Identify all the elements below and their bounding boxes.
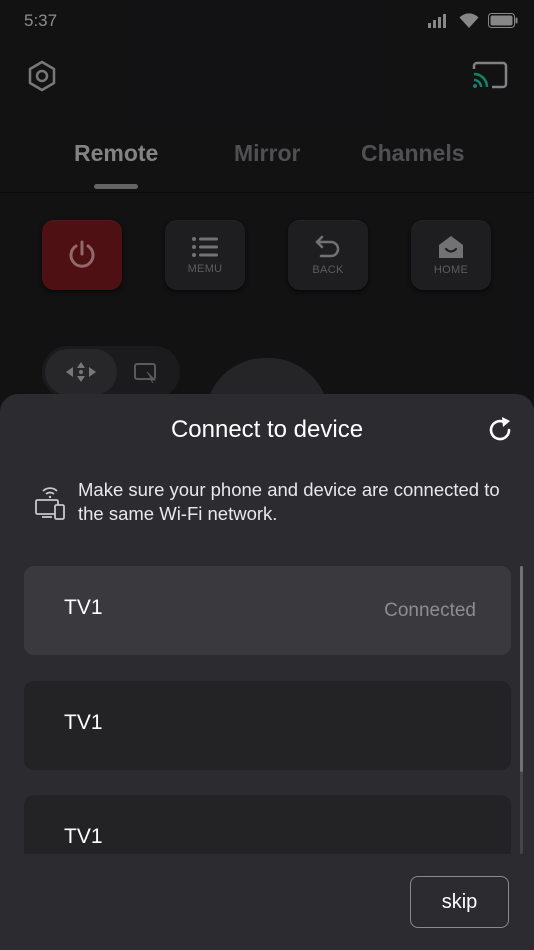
device-status: Connected [384,600,476,621]
sheet-title: Connect to device [170,416,364,443]
refresh-icon[interactable] [486,416,514,444]
device-item[interactable]: TV1 [24,681,511,770]
device-name: TV1 [64,825,103,848]
device-wifi-icon [35,487,65,520]
device-list: TV1 Connected TV1 TV1 [24,566,511,854]
device-item[interactable]: TV1 Connected [24,566,511,655]
device-item[interactable]: TV1 [24,795,511,854]
skip-button[interactable]: skip [410,876,509,928]
scrollbar-thumb[interactable] [520,566,523,772]
device-list-scrollbar[interactable] [520,566,523,854]
device-name: TV1 [64,596,103,619]
connect-device-sheet: Connect to device Make sure your phone a… [0,394,534,950]
connection-hint: Make sure your phone and device are conn… [78,479,500,524]
device-name: TV1 [64,711,103,734]
